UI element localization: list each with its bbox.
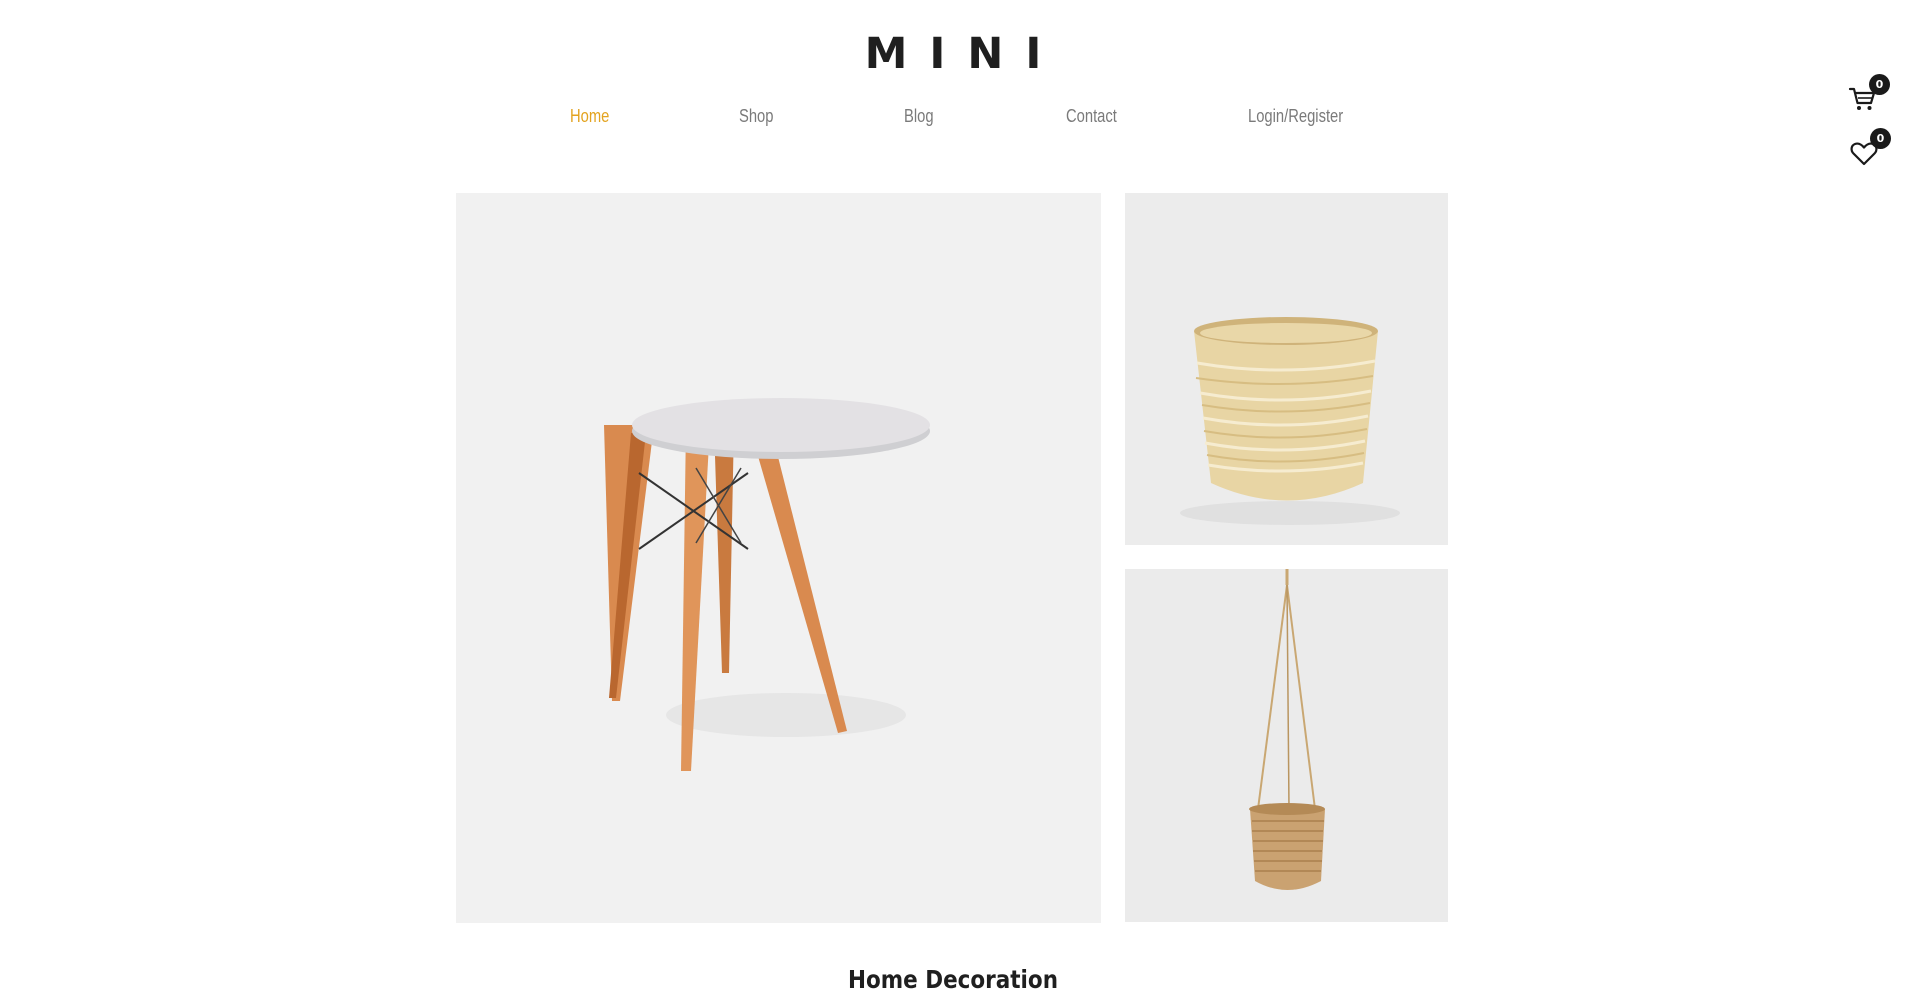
cart-button[interactable]: 0 xyxy=(1848,74,1890,114)
section-title-home-decoration: Home Decoration xyxy=(847,965,1059,994)
wishlist-button[interactable]: 0 xyxy=(1849,128,1891,168)
table-image xyxy=(604,398,930,771)
page: MINI Home Shop Blog Contact Login/Regist… xyxy=(0,0,1906,1006)
cart-count-badge: 0 xyxy=(1869,74,1890,95)
product-tile-hanging-basket[interactable] xyxy=(1125,569,1448,922)
site-logo[interactable]: MINI xyxy=(0,26,1906,82)
product-tile-round-table[interactable] xyxy=(456,193,1101,923)
nav-item-blog[interactable]: Blog xyxy=(904,106,934,127)
nav-item-login-register[interactable]: Login/Register xyxy=(1248,106,1343,127)
nav-item-shop[interactable]: Shop xyxy=(739,106,773,127)
bowl-image xyxy=(1180,317,1400,525)
wishlist-count-badge: 0 xyxy=(1870,128,1891,149)
main-nav: Home Shop Blog Contact Login/Register xyxy=(0,106,1906,134)
product-tile-bamboo-bowl[interactable] xyxy=(1125,193,1448,545)
nav-item-home[interactable]: Home xyxy=(570,106,609,127)
nav-item-contact[interactable]: Contact xyxy=(1066,106,1117,127)
basket-image xyxy=(1249,569,1325,890)
